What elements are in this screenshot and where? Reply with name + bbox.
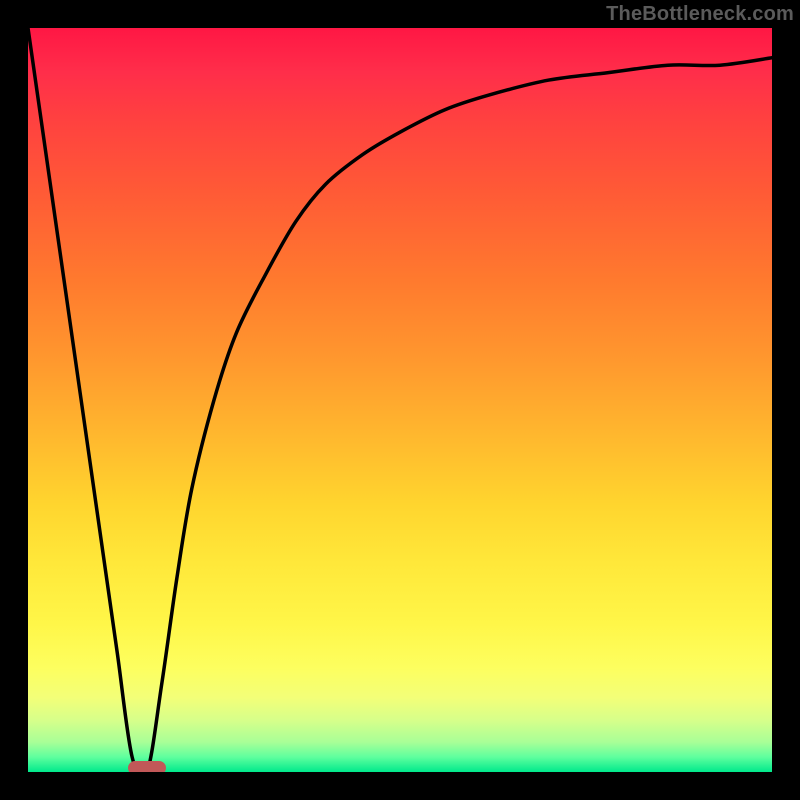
curve-svg — [28, 28, 772, 772]
plot-area — [28, 28, 772, 772]
watermark-label: TheBottleneck.com — [606, 3, 794, 26]
chart-frame: TheBottleneck.com — [0, 0, 800, 800]
bottleneck-curve — [28, 28, 772, 772]
minimum-marker — [128, 761, 166, 772]
